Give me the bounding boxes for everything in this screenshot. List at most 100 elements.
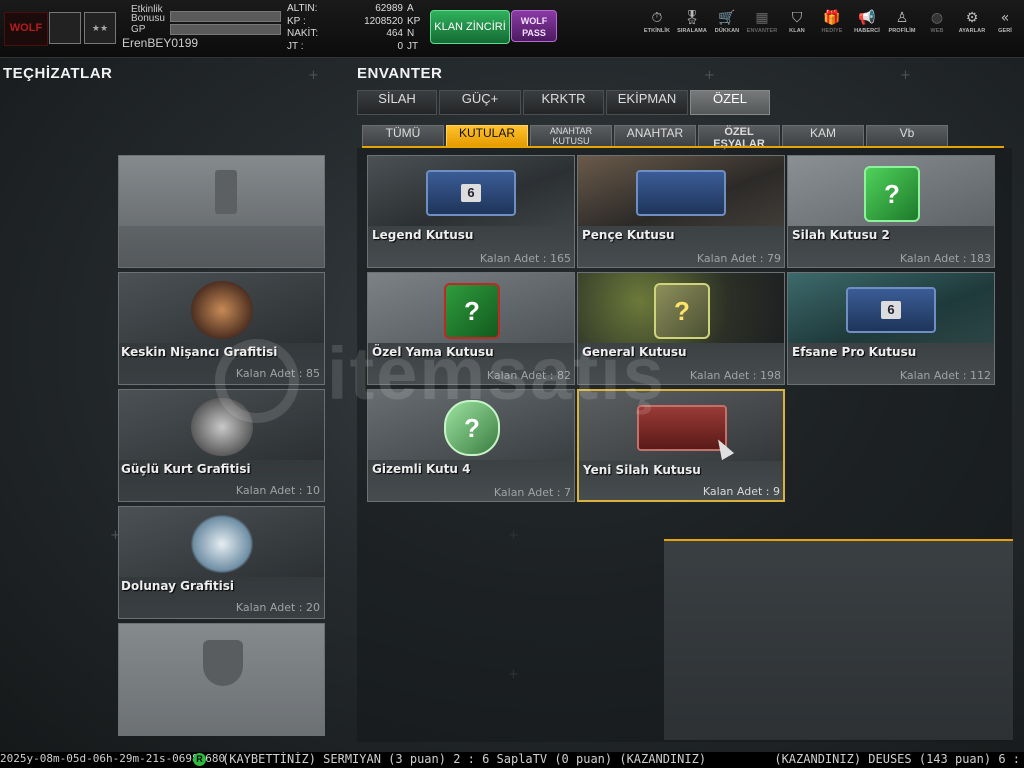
subtab-tumu[interactable]: TÜMÜ [362,125,444,147]
item-name: Legend Kutusu [372,228,474,242]
item-count: Kalan Adet : 183 [899,252,991,265]
item-count: Kalan Adet : 82 [486,369,571,382]
nav-etkinlik[interactable]: ⏱ ETKİNLİK [638,8,676,46]
tab-silah[interactable]: SİLAH [357,90,437,115]
item-name: Özel Yama Kutusu [372,345,494,359]
subtab-kam[interactable]: KAM [782,125,864,147]
equipment-title: TEÇHİZATLAR [3,65,113,82]
decor-plus: + [308,68,319,83]
mystery-box-image: ? [444,400,500,456]
ticker-badge-icon: R [193,753,206,766]
nav-geri[interactable]: «GERİ [988,8,1022,46]
nav-siralama[interactable]: 🎖 SIRALAMA [673,8,711,46]
cart-icon: 🛒 [718,10,736,26]
wolf-pass-button[interactable]: WOLF PASS [511,10,557,42]
inventory-item-general-kutusu[interactable]: ? General Kutusu Kalan Adet : 198 [577,272,785,385]
gp-bar [170,24,281,35]
bonus-bar [170,11,281,22]
item-count: Kalan Adet : 79 [696,252,781,265]
blue-crate-image: 6 [846,287,936,333]
equipment-count: Kalan Adet : 10 [235,484,320,497]
inventory-item-yeni-silah-kutusu[interactable]: Yeni Silah Kutusu Kalan Adet : 9 [577,389,785,502]
equipment-slot-empty[interactable] [118,623,325,736]
subtab-anahtar[interactable]: ANAHTAR [614,125,696,147]
nav-haberci[interactable]: 📢 HABERCİ [848,8,886,46]
nav-klan[interactable]: ⛉ KLAN [778,8,816,46]
decor-plus: + [704,68,715,83]
globe-icon: ◍ [930,10,944,26]
equipment-count: Kalan Adet : 20 [235,601,320,614]
tab-ekipman[interactable]: EKİPMAN [606,90,688,115]
equipment-name: Keskin Nişancı Grafitisi [121,345,278,359]
equipment-slot[interactable]: Keskin Nişancı Grafitisi Kalan Adet : 85 [118,272,325,385]
currency-altin: ALTIN: 62989 A [287,3,414,14]
megaphone-icon: 📢 [858,10,876,26]
subtab-anahtar-kutusu[interactable]: ANAHTAR KUTUSU [530,125,612,147]
inventory-item-efsane-pro-kutusu[interactable]: 6 Efsane Pro Kutusu Kalan Adet : 112 [787,272,995,385]
item-name: Pençe Kutusu [582,228,675,242]
currency-jt: JT :0 JT [287,40,419,52]
gp-label: GP [131,24,146,35]
nav-ayarlar[interactable]: ⚙ AYARLAR [953,8,991,46]
item-name: Efsane Pro Kutusu [792,345,917,359]
ticker-message: (KAYBETTİNİZ) SERMIYAN (3 puan) 2 : 6 Sa… [222,752,707,766]
gift-cube-image: ? [444,283,500,339]
top-bar: WOLF ★★ Etkinlik Bonusu GP ErenBEY0199 A… [0,0,1024,58]
item-count: Kalan Adet : 7 [493,486,571,499]
inventory-item-pence-kutusu[interactable]: Pençe Kutusu Kalan Adet : 79 [577,155,785,268]
item-name: Silah Kutusu 2 [792,228,890,242]
tab-krktr[interactable]: KRKTR [523,90,604,115]
stopwatch-icon: ⏱ [651,10,663,26]
tab-guc[interactable]: GÜÇ+ [439,90,521,115]
currency-panel: ALTIN: 62989 A KP :1208520 KP NAKİT: 464 N JT… [283,3,423,55]
equipment-slot[interactable]: Dolunay Grafitisi Kalan Adet : 20 [118,506,325,619]
game-logo: WOLF [4,12,48,46]
subtab-ozel-esyalar[interactable]: ÖZEL EŞYALAR [698,125,780,150]
username: ErenBEY0199 [122,36,199,50]
item-count: Kalan Adet : 198 [689,369,781,382]
item-count: Kalan Adet : 9 [702,485,780,498]
equipment-slot-empty[interactable] [118,155,325,268]
inventory-item-silah-kutusu-2[interactable]: ? Silah Kutusu 2 Kalan Adet : 183 [787,155,995,268]
inventory-item-gizemli-kutu-4[interactable]: ? Gizemli Kutu 4 Kalan Adet : 7 [367,389,575,502]
wolf-graffiti-image [191,398,253,456]
green-cube-image: ? [864,166,920,222]
shield-placeholder-icon [203,640,243,686]
currency-kp: KP :1208520 KP [287,15,421,27]
nav-envanter[interactable]: ▦ ENVANTER [743,8,781,46]
tab-ozel[interactable]: ÖZEL [690,90,770,115]
inventory-item-legend-kutusu[interactable]: 6 Legend Kutusu Kalan Adet : 165 [367,155,575,268]
nav-hediye[interactable]: 🎁 HEDİYE [813,8,851,46]
blue-crate-image [636,170,726,216]
subtab-kutular[interactable]: KUTULAR [446,125,528,147]
ticker-timestamp: 2025y-08m-05d-06h-29m-21s-0698-680 [0,752,226,765]
item-count: Kalan Adet : 165 [479,252,571,265]
equipment-slot[interactable]: Güçlü Kurt Grafitisi Kalan Adet : 10 [118,389,325,502]
item-name: General Kutusu [582,345,687,359]
equipment-count: Kalan Adet : 85 [235,367,320,380]
equipment-name: Güçlü Kurt Grafitisi [121,462,251,476]
equipment-name: Dolunay Grafitisi [121,579,234,593]
nav-web[interactable]: ◍ WEB [918,8,956,46]
item-name: Yeni Silah Kutusu [583,463,701,477]
subtab-vb[interactable]: Vb [866,125,948,147]
spray-can-icon [215,170,237,214]
gold-cube-image: ? [654,283,710,339]
inventory-item-ozel-yama-kutusu[interactable]: ? Özel Yama Kutusu Kalan Adet : 82 [367,272,575,385]
sniper-graffiti-image [191,281,253,339]
full-moon-graffiti-image [191,515,253,573]
gift-icon: 🎁 [823,10,841,26]
nav-profilim[interactable]: ♙ PROFİLİM [883,8,921,46]
currency-nakit: NAKİT: 464 N [287,28,415,39]
back-chevron-icon: « [1000,10,1010,26]
klan-zinciri-button[interactable]: KLAN ZİNCİRİ [430,10,510,44]
decor-plus: + [900,68,911,83]
clan-emblem[interactable] [49,12,81,44]
inventory-icon: ▦ [755,10,769,26]
gear-icon: ⚙ [965,10,979,26]
rank-badge: ★★ [84,12,116,44]
blue-crate-image: 6 [426,170,516,216]
news-ticker: 2025y-08m-05d-06h-29m-21s-0698-680 R (KA… [0,752,1024,768]
item-name: Gizemli Kutu 4 [372,462,471,476]
nav-dukkan[interactable]: 🛒 DÜKKAN [708,8,746,46]
